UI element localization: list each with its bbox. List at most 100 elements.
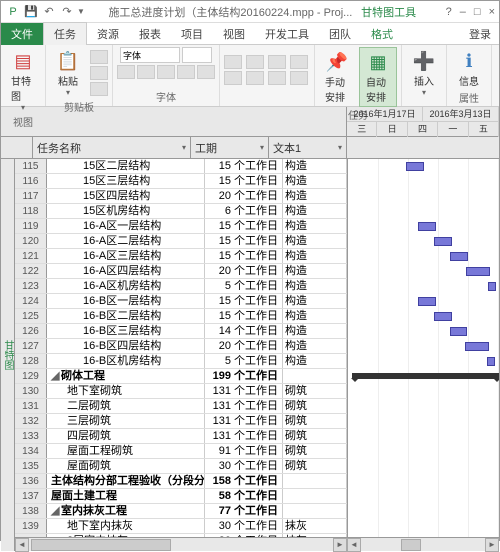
- cell-text1[interactable]: 砌筑: [283, 414, 347, 428]
- cell-text1[interactable]: 构造: [283, 174, 347, 188]
- row-number[interactable]: 115: [15, 159, 47, 173]
- scroll-right-icon[interactable]: ►: [333, 538, 347, 552]
- cell-duration[interactable]: 131 个工作日: [205, 384, 283, 398]
- cell-name[interactable]: 四层砌筑: [47, 429, 205, 443]
- gantt-bar[interactable]: [418, 222, 436, 231]
- cell-name[interactable]: 16-B区机房结构: [47, 354, 205, 368]
- cell-text1[interactable]: [283, 369, 347, 383]
- cell-text1[interactable]: 构造: [283, 159, 347, 173]
- cell-text1[interactable]: 构造: [283, 294, 347, 308]
- row-number[interactable]: 132: [15, 414, 47, 428]
- edit-button[interactable]: 🔍 编辑 ▾: [496, 47, 500, 99]
- row-number[interactable]: 123: [15, 279, 47, 293]
- cell-duration[interactable]: 15 个工作日: [205, 234, 283, 248]
- table-row[interactable]: 135屋面砌筑30 个工作日砌筑: [15, 459, 347, 474]
- cell-name[interactable]: 16-A区一层结构: [47, 219, 205, 233]
- row-number[interactable]: 121: [15, 249, 47, 263]
- table-row[interactable]: 12716-B区四层结构20 个工作日构造: [15, 339, 347, 354]
- cell-name[interactable]: 16-A区二层结构: [47, 234, 205, 248]
- cell-name[interactable]: 地下室内抹灰: [47, 519, 205, 533]
- redo-icon[interactable]: ↷: [59, 4, 75, 20]
- cell-duration[interactable]: 15 个工作日: [205, 219, 283, 233]
- row-number[interactable]: 116: [15, 174, 47, 188]
- table-row[interactable]: 11916-A区一层结构15 个工作日构造: [15, 219, 347, 234]
- scrollbar-gantt-horizontal[interactable]: ◄ ►: [347, 537, 499, 551]
- table-row[interactable]: 134屋面工程砌筑91 个工作日砌筑: [15, 444, 347, 459]
- row-number[interactable]: 129: [15, 369, 47, 383]
- format-painter-icon[interactable]: [90, 82, 108, 96]
- pct-75-icon[interactable]: [290, 55, 308, 69]
- cell-text1[interactable]: 砌筑: [283, 399, 347, 413]
- cell-duration[interactable]: 131 个工作日: [205, 414, 283, 428]
- scroll-right-icon[interactable]: ►: [485, 538, 499, 552]
- cell-text1[interactable]: 构造: [283, 324, 347, 338]
- cell-name[interactable]: 屋面砌筑: [47, 459, 205, 473]
- cell-duration[interactable]: 15 个工作日: [205, 294, 283, 308]
- cell-duration[interactable]: 6 个工作日: [205, 204, 283, 218]
- save-icon[interactable]: 💾: [23, 4, 39, 20]
- row-number[interactable]: 124: [15, 294, 47, 308]
- row-number[interactable]: 136: [15, 474, 47, 488]
- collapse-icon[interactable]: ◢: [51, 504, 61, 518]
- pct-25-icon[interactable]: [246, 55, 264, 69]
- cell-duration[interactable]: 30 个工作日: [205, 519, 283, 533]
- table-row[interactable]: 130地下室砌筑131 个工作日砌筑: [15, 384, 347, 399]
- cell-name[interactable]: 屋面土建工程: [47, 489, 205, 503]
- row-number[interactable]: 130: [15, 384, 47, 398]
- table-row[interactable]: 139地下室内抹灰30 个工作日抹灰: [15, 519, 347, 534]
- table-row[interactable]: 133四层砌筑131 个工作日砌筑: [15, 429, 347, 444]
- scroll-left-icon[interactable]: ◄: [15, 538, 29, 552]
- cell-text1[interactable]: 构造: [283, 219, 347, 233]
- gantt-bar[interactable]: [434, 237, 452, 246]
- gantt-bar[interactable]: [406, 162, 424, 171]
- cell-text1[interactable]: 构造: [283, 234, 347, 248]
- table-row[interactable]: 12616-B区三层结构14 个工作日构造: [15, 324, 347, 339]
- table-row[interactable]: 11715区四层结构20 个工作日构造: [15, 189, 347, 204]
- cell-duration[interactable]: 30 个工作日: [205, 459, 283, 473]
- cell-name[interactable]: 屋面工程砌筑: [47, 444, 205, 458]
- maximize-icon[interactable]: □: [474, 6, 481, 18]
- row-number[interactable]: 117: [15, 189, 47, 203]
- header-name[interactable]: 任务名称▾: [33, 137, 191, 158]
- cell-text1[interactable]: 构造: [283, 264, 347, 278]
- copy-icon[interactable]: [90, 66, 108, 80]
- cell-text1[interactable]: 砌筑: [283, 384, 347, 398]
- scrollbar-grid-horizontal[interactable]: ◄ ►: [15, 537, 347, 551]
- tab-project[interactable]: 项目: [171, 23, 213, 45]
- italic-icon[interactable]: [137, 65, 155, 79]
- tab-dev[interactable]: 开发工具: [255, 23, 319, 45]
- cell-name[interactable]: 16-B区三层结构: [47, 324, 205, 338]
- scroll-thumb[interactable]: [401, 539, 421, 551]
- header-rownum[interactable]: [1, 137, 33, 158]
- cell-duration[interactable]: 20 个工作日: [205, 189, 283, 203]
- cell-text1[interactable]: 构造: [283, 279, 347, 293]
- row-number[interactable]: 135: [15, 459, 47, 473]
- cell-duration[interactable]: 58 个工作日: [205, 489, 283, 503]
- gantt-bar[interactable]: [465, 342, 489, 351]
- cell-text1[interactable]: 构造: [283, 309, 347, 323]
- row-number[interactable]: 138: [15, 504, 47, 518]
- tab-view[interactable]: 视图: [213, 23, 255, 45]
- table-row[interactable]: 11815区机房结构6 个工作日构造: [15, 204, 347, 219]
- table-row[interactable]: 11515区二层结构15 个工作日构造: [15, 159, 347, 174]
- cell-duration[interactable]: 5 个工作日: [205, 279, 283, 293]
- row-number[interactable]: 127: [15, 339, 47, 353]
- manual-schedule-button[interactable]: 📌 手动安排: [319, 48, 355, 106]
- cell-text1[interactable]: 构造: [283, 189, 347, 203]
- fill-color-icon[interactable]: [197, 65, 215, 79]
- pct-50-icon[interactable]: [268, 55, 286, 69]
- table-row[interactable]: 12516-B区二层结构15 个工作日构造: [15, 309, 347, 324]
- gantt-bar[interactable]: [450, 252, 468, 261]
- login-link[interactable]: 登录: [461, 23, 499, 45]
- cell-duration[interactable]: 15 个工作日: [205, 249, 283, 263]
- cell-text1[interactable]: 构造: [283, 339, 347, 353]
- table-row[interactable]: 11615区三层结构15 个工作日构造: [15, 174, 347, 189]
- unlink-icon[interactable]: [290, 71, 308, 85]
- insert-button[interactable]: ➕ 插入 ▾: [406, 47, 442, 99]
- cell-text1[interactable]: 构造: [283, 354, 347, 368]
- tab-file[interactable]: 文件: [1, 23, 43, 45]
- cell-duration[interactable]: 131 个工作日: [205, 429, 283, 443]
- auto-schedule-button[interactable]: ▦ 自动安排: [359, 47, 397, 107]
- cut-icon[interactable]: [90, 50, 108, 64]
- cell-duration[interactable]: 20 个工作日: [205, 264, 283, 278]
